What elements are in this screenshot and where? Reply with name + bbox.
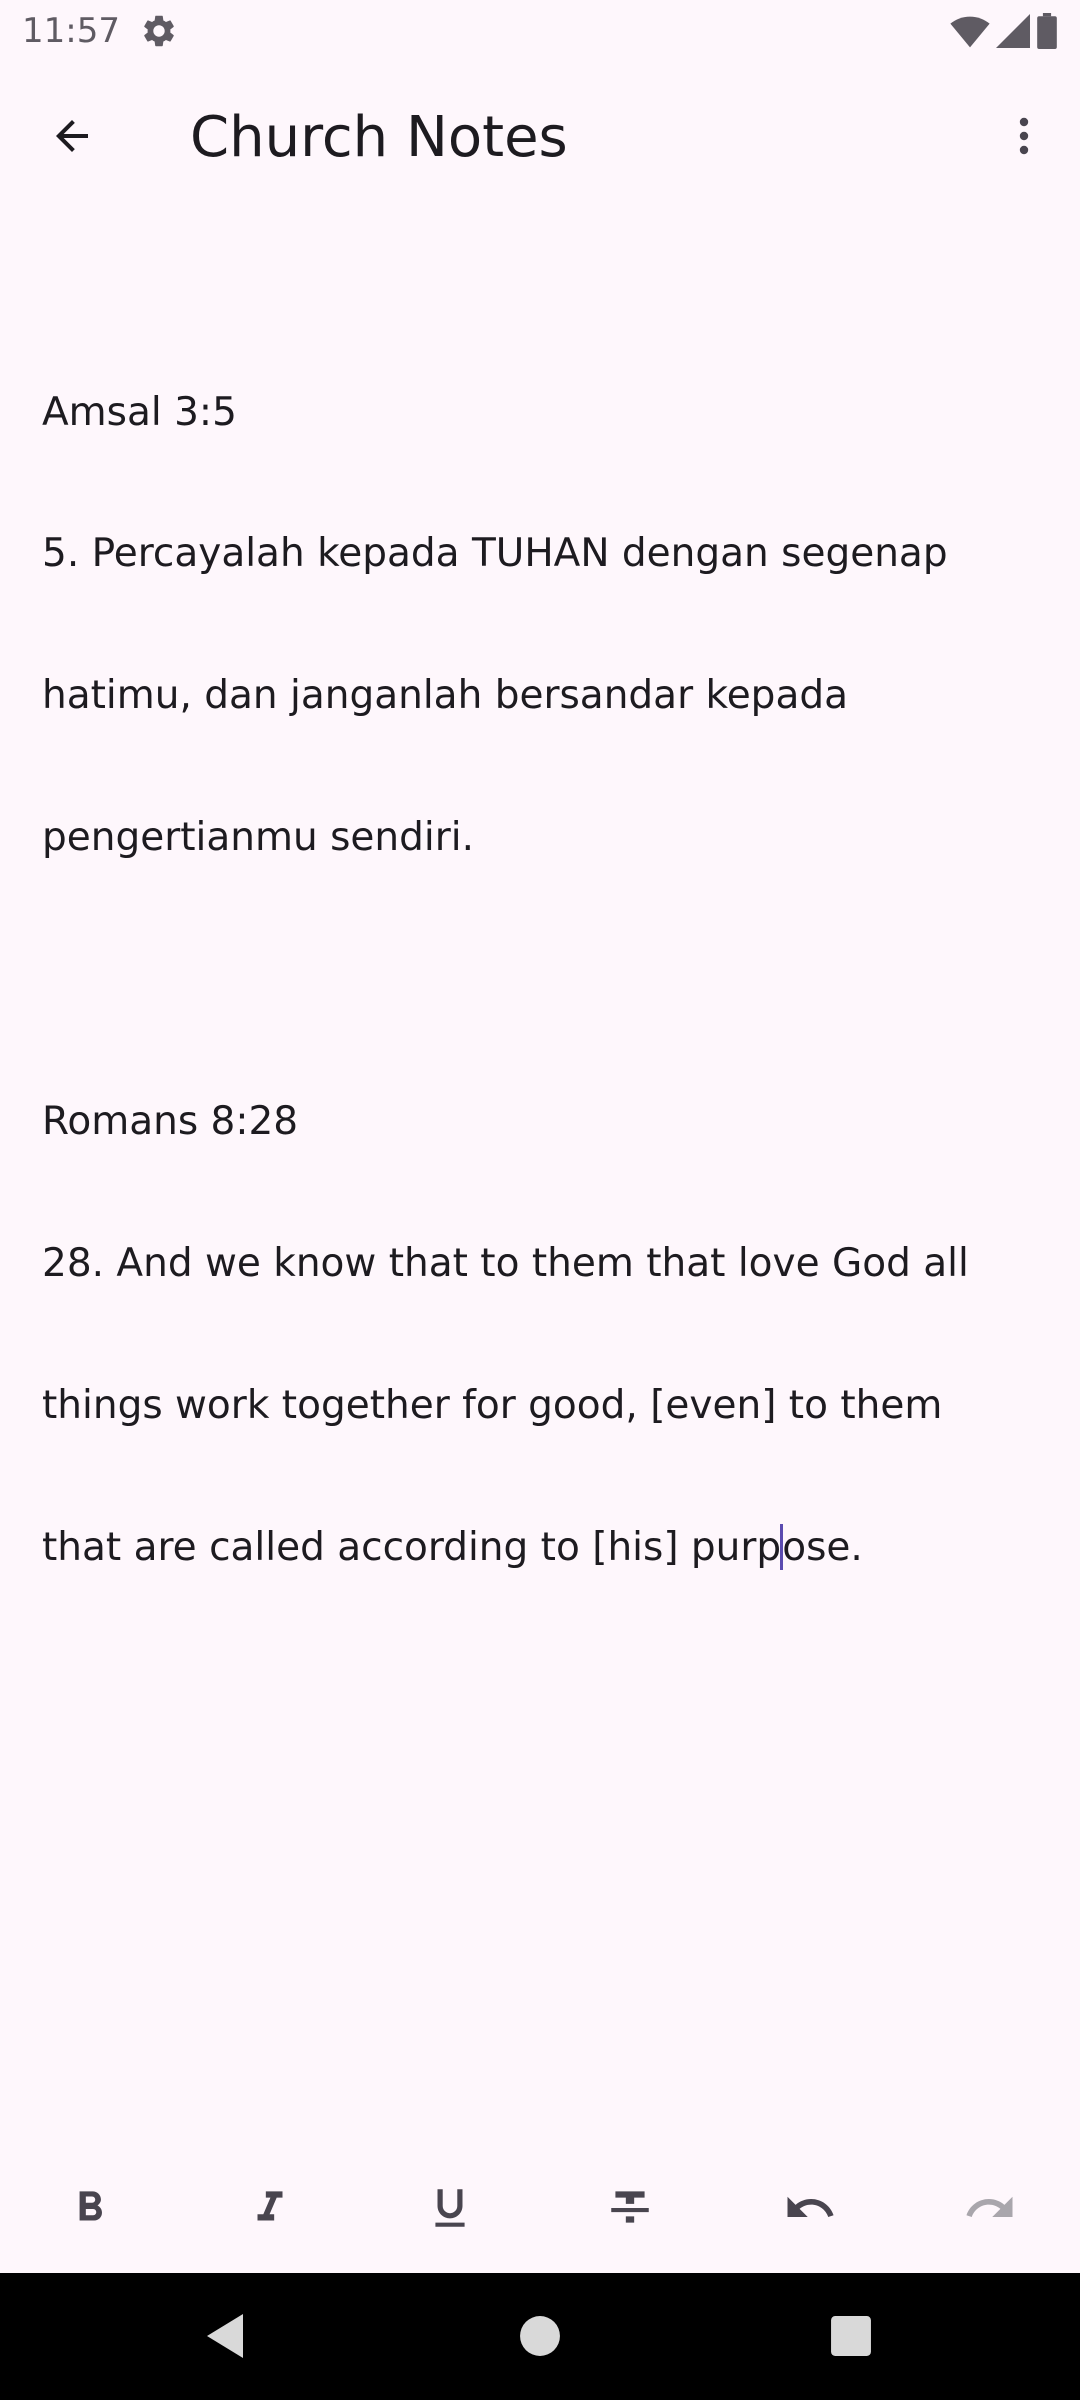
note-line: Amsal 3:5	[42, 389, 237, 435]
status-time: 11:57	[22, 11, 120, 51]
format-underline-icon	[425, 2183, 475, 2237]
italic-button[interactable]	[232, 2172, 308, 2248]
note-line: hatimu, dan janganlah bersandar kepada	[42, 673, 848, 719]
status-bar: 11:57	[0, 0, 1080, 62]
note-line: things work together for good, [even] to…	[42, 1382, 943, 1428]
page-title: Church Notes	[190, 105, 568, 170]
nav-home-button[interactable]	[505, 2303, 575, 2373]
back-button[interactable]	[34, 100, 110, 176]
note-text-after-cursor: ose.	[782, 1524, 863, 1570]
nav-home-icon	[519, 2315, 561, 2361]
more-vert-icon	[1000, 112, 1048, 164]
system-nav-bar	[0, 2273, 1080, 2400]
note-line: 28. And we know that to them that love G…	[42, 1240, 969, 1286]
format-italic-icon	[245, 2183, 295, 2237]
underline-button[interactable]	[412, 2172, 488, 2248]
note-line: 5. Percayalah kepada TUHAN dengan segena…	[42, 531, 948, 577]
undo-icon	[783, 2181, 837, 2239]
note-line: that are called according to [his] purpo…	[42, 1523, 1042, 1571]
format-toolbar	[0, 2162, 1080, 2256]
bold-button[interactable]	[52, 2172, 128, 2248]
cellular-signal-icon	[996, 13, 1030, 49]
settings-gear-icon	[140, 12, 178, 50]
format-strikethrough-icon	[605, 2183, 655, 2237]
more-options-button[interactable]	[986, 100, 1062, 176]
strikethrough-button[interactable]	[592, 2172, 668, 2248]
arrow-back-icon	[48, 112, 96, 164]
nav-recents-icon	[830, 2315, 872, 2361]
format-bold-icon	[65, 2183, 115, 2237]
note-editor[interactable]: Amsal 3:5 5. Percayalah kepada TUHAN den…	[42, 294, 1042, 1618]
redo-icon	[963, 2181, 1017, 2239]
nav-recents-button[interactable]	[816, 2303, 886, 2373]
note-line: pengertianmu sendiri.	[42, 815, 474, 861]
nav-back-icon	[203, 2312, 247, 2364]
app-bar: Church Notes	[0, 72, 1080, 204]
nav-back-button[interactable]	[190, 2303, 260, 2373]
note-line	[42, 956, 1042, 1003]
note-line: Romans 8:28	[42, 1099, 299, 1145]
status-icons	[950, 12, 1058, 50]
battery-icon	[1036, 13, 1058, 49]
note-text-before-cursor: that are called according to [his] purp	[42, 1524, 782, 1570]
redo-button[interactable]	[952, 2172, 1028, 2248]
undo-button[interactable]	[772, 2172, 848, 2248]
wifi-icon	[950, 13, 990, 49]
